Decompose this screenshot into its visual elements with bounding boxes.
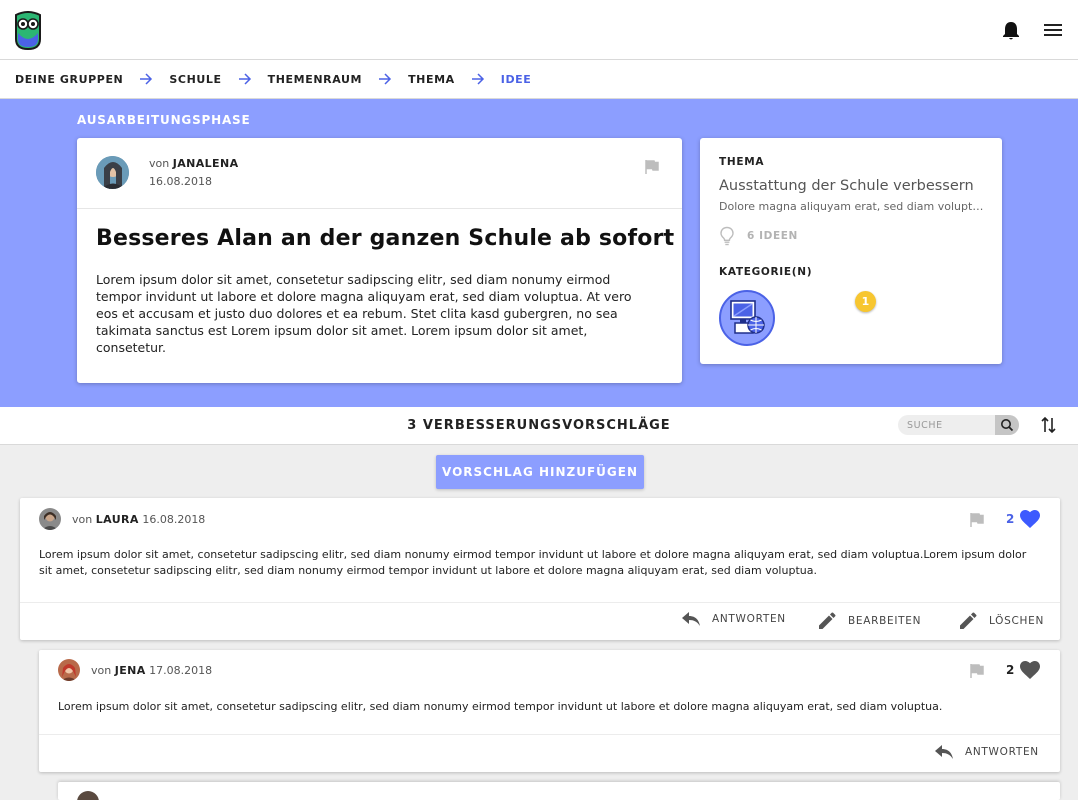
comment-date: 16.08.2018	[142, 513, 206, 526]
lightbulb-icon	[720, 226, 734, 246]
avatar[interactable]	[58, 659, 80, 681]
breadcrumb-groups[interactable]: DEINE GRUPPEN	[15, 73, 123, 86]
author-prefix: von	[72, 513, 93, 526]
divider	[20, 602, 1060, 603]
suggestions-bar: 3 VERBESSERUNGSVORSCHLÄGE	[0, 407, 1078, 445]
search-button[interactable]	[995, 415, 1019, 435]
edit-label: BEARBEITEN	[848, 614, 922, 627]
heart-icon[interactable]	[1019, 509, 1041, 529]
comment-text: Lorem ipsum dolor sit amet, consetetur s…	[39, 548, 1027, 577]
delete-button[interactable]: LÖSCHEN	[960, 612, 1044, 629]
topic-subtitle: Dolore magna aliquyam erat, sed diam vol…	[719, 200, 989, 213]
category-heading: KATEGORIE(N)	[719, 266, 813, 278]
reply-label: ANTWORTEN	[712, 613, 786, 625]
breadcrumb-topic-room[interactable]: THEMENRAUM	[268, 73, 362, 86]
computer-category-icon	[730, 300, 765, 334]
category-icon[interactable]	[719, 290, 775, 346]
idea-body: Lorem ipsum dolor sit amet, consetetur s…	[96, 272, 632, 355]
breadcrumb: DEINE GRUPPEN SCHULE THEMENRAUM THEMA ID…	[0, 60, 1078, 99]
delete-label: LÖSCHEN	[989, 614, 1045, 627]
reply-icon	[935, 745, 953, 759]
category-count-badge: 1	[855, 291, 876, 312]
arrow-right-icon	[471, 73, 484, 85]
comment-card	[58, 782, 1060, 800]
avatar[interactable]	[77, 791, 99, 800]
comment-text: Lorem ipsum dolor sit amet, consetetur s…	[58, 700, 943, 713]
idea-date: 16.08.2018	[149, 175, 212, 188]
author-name[interactable]: JENA	[115, 664, 146, 677]
author-prefix: von	[91, 664, 112, 677]
flag-icon[interactable]	[970, 664, 984, 678]
like-count: 2	[1006, 663, 1015, 677]
author-name[interactable]: LAURA	[96, 513, 139, 526]
menu-icon[interactable]	[1044, 22, 1062, 38]
idea-card: von JANALENA 16.08.2018 Besseres Alan an…	[77, 138, 682, 383]
top-bar	[0, 0, 1078, 60]
idea-author: von JANALENA	[149, 157, 239, 170]
add-suggestion-button[interactable]: VORSCHLAG HINZUFÜGEN	[436, 455, 644, 489]
like-counter: 2	[1006, 509, 1041, 529]
avatar-image	[96, 156, 129, 189]
edit-button[interactable]: BEARBEITEN	[819, 612, 921, 629]
ideas-count-row: 6 IDEEN	[719, 226, 798, 246]
reply-button[interactable]: ANTWORTEN	[682, 612, 786, 626]
reply-button[interactable]: ANTWORTEN	[935, 745, 1039, 759]
heart-icon[interactable]	[1019, 660, 1041, 680]
comment-card: von LAURA 16.08.2018 2 Lorem ipsum dolor…	[20, 498, 1060, 640]
flag-icon[interactable]	[645, 160, 659, 174]
topic-card: THEMA Ausstattung der Schule verbessern …	[700, 138, 1002, 364]
author-name[interactable]: JANALENA	[173, 157, 239, 170]
arrow-right-icon	[238, 73, 251, 85]
reply-icon	[682, 612, 700, 626]
sort-icon[interactable]	[1040, 415, 1058, 435]
reply-label: ANTWORTEN	[965, 746, 1039, 758]
author-prefix: von	[149, 157, 170, 170]
pencil-icon	[819, 612, 836, 629]
search-input[interactable]	[898, 415, 995, 435]
topic-heading: THEMA	[719, 156, 765, 168]
divider	[77, 208, 682, 209]
bell-icon[interactable]	[1002, 21, 1020, 41]
flag-icon[interactable]	[970, 513, 984, 527]
avatar-image	[39, 508, 61, 530]
arrow-right-icon	[140, 73, 153, 85]
comment-author: von JENA 17.08.2018	[91, 664, 212, 677]
avatar[interactable]	[39, 508, 61, 530]
comment-card: von JENA 17.08.2018 2 Lorem ipsum dolor …	[39, 650, 1060, 772]
arrow-right-icon	[379, 73, 392, 85]
breadcrumb-idea[interactable]: IDEE	[501, 73, 532, 86]
avatar[interactable]	[96, 156, 129, 189]
search-box	[898, 415, 1019, 435]
like-count: 2	[1006, 512, 1015, 526]
comment-date: 17.08.2018	[149, 664, 213, 677]
divider	[39, 734, 1060, 735]
ideas-count: 6 IDEEN	[747, 230, 798, 242]
comment-author: von LAURA 16.08.2018	[72, 513, 205, 526]
avatar-image	[58, 659, 80, 681]
pencil-icon	[960, 612, 977, 629]
breadcrumb-school[interactable]: SCHULE	[169, 73, 221, 86]
search-icon	[1001, 419, 1014, 432]
idea-title: Besseres Alan an der ganzen Schule ab so…	[96, 226, 675, 251]
phase-label: AUSARBEITUNGSPHASE	[77, 113, 251, 127]
like-counter: 2	[1006, 660, 1041, 680]
topic-title[interactable]: Ausstattung der Schule verbessern	[719, 178, 974, 194]
breadcrumb-topic[interactable]: THEMA	[408, 73, 455, 86]
logo-icon[interactable]	[14, 11, 42, 51]
